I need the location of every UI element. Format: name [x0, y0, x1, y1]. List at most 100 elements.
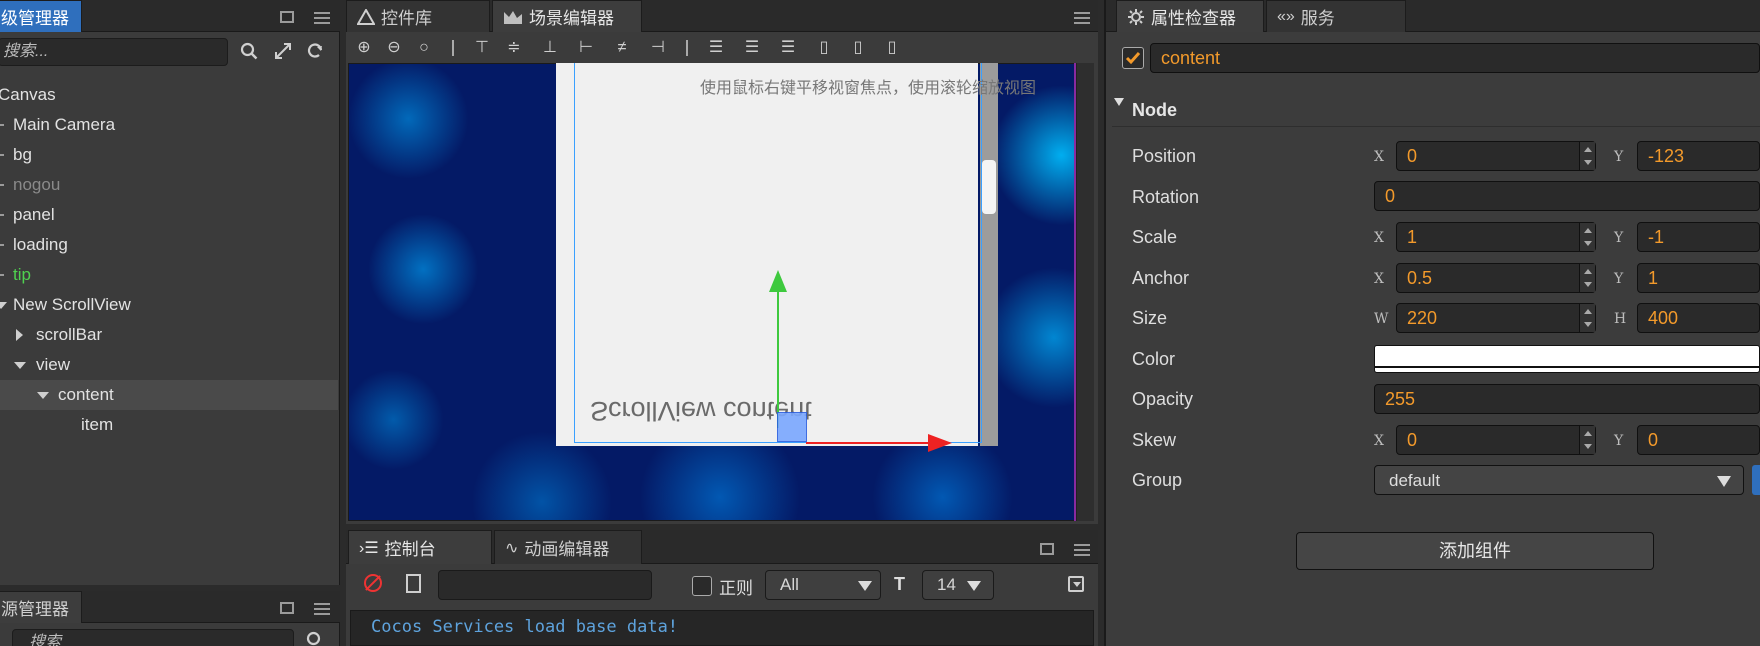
log-level-select[interactable]: All	[765, 570, 881, 600]
tree-item-new-scrollview[interactable]: New ScrollView	[0, 290, 338, 320]
node-active-checkbox[interactable]	[1122, 47, 1144, 69]
chevron-down-icon[interactable]	[0, 302, 7, 309]
regex-checkbox[interactable]	[692, 576, 712, 596]
scale-y-input[interactable]: -1	[1637, 222, 1760, 252]
align-top-icon[interactable]: ⊤	[472, 38, 492, 58]
scale-x-input[interactable]: 1	[1396, 222, 1596, 252]
hierarchy-panel: 级管理器 搜索... Canvas Main Camera bg nogou p…	[0, 0, 340, 585]
scale-label: Scale	[1132, 227, 1178, 247]
zoom-reset-icon[interactable]: ○	[414, 38, 434, 58]
tab-inspector[interactable]: 属性检查器	[1116, 0, 1264, 32]
size-w-input[interactable]: 220	[1396, 303, 1596, 333]
color-swatch[interactable]	[1374, 345, 1760, 373]
panel-menu-icon[interactable]	[1074, 544, 1090, 556]
gizmo-y-arrow-icon[interactable]	[769, 270, 787, 292]
chevron-down-icon[interactable]	[37, 392, 49, 399]
clear-console-icon[interactable]	[364, 574, 382, 592]
scrollbar-track[interactable]	[980, 63, 998, 446]
expand-icon[interactable]	[274, 42, 292, 65]
rotation-input[interactable]: 0	[1374, 181, 1760, 211]
tab-services[interactable]: «» 服务	[1266, 0, 1406, 32]
tab-console[interactable]: ›☰ 控制台	[348, 530, 492, 564]
tab-assets[interactable]: 源管理器	[0, 591, 82, 623]
tab-animation-editor[interactable]: ∿ 动画编辑器	[494, 530, 642, 564]
opacity-input[interactable]: 255	[1374, 384, 1760, 414]
anchor-y-input[interactable]: 1	[1637, 263, 1760, 293]
distribute-right-icon[interactable]: ▯	[882, 38, 902, 58]
align-right-icon[interactable]: ⊣	[648, 38, 668, 58]
position-y-input[interactable]: -123	[1637, 141, 1760, 171]
node-name-input[interactable]: content	[1150, 43, 1760, 73]
tree-item-item[interactable]: item	[0, 410, 338, 440]
gizmo-origin-handle[interactable]	[777, 412, 807, 442]
widget-library-icon	[357, 8, 375, 25]
size-h-input[interactable]: 400	[1637, 303, 1760, 333]
tab-scene-editor[interactable]: 场景编辑器	[492, 0, 642, 32]
opacity-label: Opacity	[1132, 389, 1194, 409]
maximize-icon[interactable]	[280, 11, 294, 23]
scale-y-value: -1	[1648, 227, 1665, 247]
skew-x-input[interactable]: 0	[1396, 425, 1596, 455]
distribute-top-icon[interactable]: ☰	[706, 38, 726, 58]
collapse-icon[interactable]	[1068, 576, 1084, 592]
anchor-y-value: 1	[1648, 268, 1659, 288]
distribute-hcenter-icon[interactable]: ▯	[848, 38, 868, 58]
scrollbar-handle[interactable]	[982, 160, 996, 214]
log-file-icon[interactable]	[406, 574, 421, 593]
tree-item-view[interactable]: view	[0, 350, 338, 380]
position-x-input[interactable]: 0	[1396, 141, 1596, 171]
tree-connector-icon	[0, 274, 4, 276]
chevron-down-icon[interactable]	[14, 362, 26, 369]
console-filter-input[interactable]	[438, 570, 652, 600]
panel-menu-icon[interactable]	[1074, 12, 1090, 24]
panel-menu-icon[interactable]	[314, 12, 330, 24]
search-icon[interactable]	[240, 42, 258, 65]
align-hcenter-icon[interactable]: ≠	[612, 38, 632, 58]
gizmo-y-axis[interactable]	[777, 288, 779, 428]
stepper-icon[interactable]	[1579, 223, 1595, 251]
distribute-vcenter-icon[interactable]: ☰	[742, 38, 762, 58]
tree-item-loading[interactable]: loading	[0, 230, 338, 260]
tree-item-label: view	[36, 355, 71, 374]
tree-item-tip[interactable]: tip	[0, 260, 338, 290]
panel-menu-icon[interactable]	[314, 603, 330, 615]
font-size-select[interactable]: 14	[922, 570, 994, 600]
stepper-icon[interactable]	[1579, 304, 1595, 332]
distribute-bottom-icon[interactable]: ☰	[778, 38, 798, 58]
group-select[interactable]: default	[1374, 465, 1744, 495]
zoom-in-icon[interactable]: ⊕	[354, 38, 374, 58]
tree-item-main-camera[interactable]: Main Camera	[0, 110, 338, 140]
chevron-down-icon[interactable]	[1114, 98, 1124, 106]
gizmo-x-arrow-icon[interactable]	[928, 434, 952, 452]
group-edit-button[interactable]	[1752, 465, 1760, 495]
anchor-x-input[interactable]: 0.5	[1396, 263, 1596, 293]
node-section-title[interactable]: Node	[1132, 100, 1177, 121]
gizmo-x-axis[interactable]	[806, 442, 932, 444]
align-left-icon[interactable]: ⊢	[576, 38, 596, 58]
refresh-icon[interactable]	[306, 42, 324, 65]
align-bottom-icon[interactable]: ⊥	[540, 38, 560, 58]
stepper-icon[interactable]	[1579, 426, 1595, 454]
group-value: default	[1389, 471, 1441, 490]
tree-item-bg[interactable]: bg	[0, 140, 338, 170]
maximize-icon[interactable]	[1040, 543, 1054, 555]
tab-hierarchy[interactable]: 级管理器	[0, 0, 82, 32]
tree-item-content[interactable]: content	[0, 380, 338, 410]
tree-item-canvas[interactable]: Canvas	[0, 80, 338, 110]
maximize-icon[interactable]	[280, 602, 294, 614]
add-component-button[interactable]: 添加组件	[1296, 532, 1654, 570]
assets-search-input[interactable]: 搜索	[12, 629, 294, 646]
zoom-out-icon[interactable]: ⊖	[384, 38, 404, 58]
distribute-left-icon[interactable]: ▯	[814, 38, 834, 58]
skew-y-input[interactable]: 0	[1637, 425, 1760, 455]
align-vcenter-icon[interactable]: ≑	[504, 38, 524, 58]
tree-item-scrollbar[interactable]: scrollBar	[0, 320, 338, 350]
chevron-right-icon[interactable]	[16, 329, 23, 341]
tree-item-panel[interactable]: panel	[0, 200, 338, 230]
tab-widget-library[interactable]: 控件库	[346, 0, 490, 32]
hierarchy-search-input[interactable]: 搜索...	[0, 38, 228, 66]
tree-item-nogou[interactable]: nogou	[0, 170, 338, 200]
stepper-icon[interactable]	[1579, 142, 1595, 170]
search-icon[interactable]	[306, 631, 324, 646]
stepper-icon[interactable]	[1579, 264, 1595, 292]
